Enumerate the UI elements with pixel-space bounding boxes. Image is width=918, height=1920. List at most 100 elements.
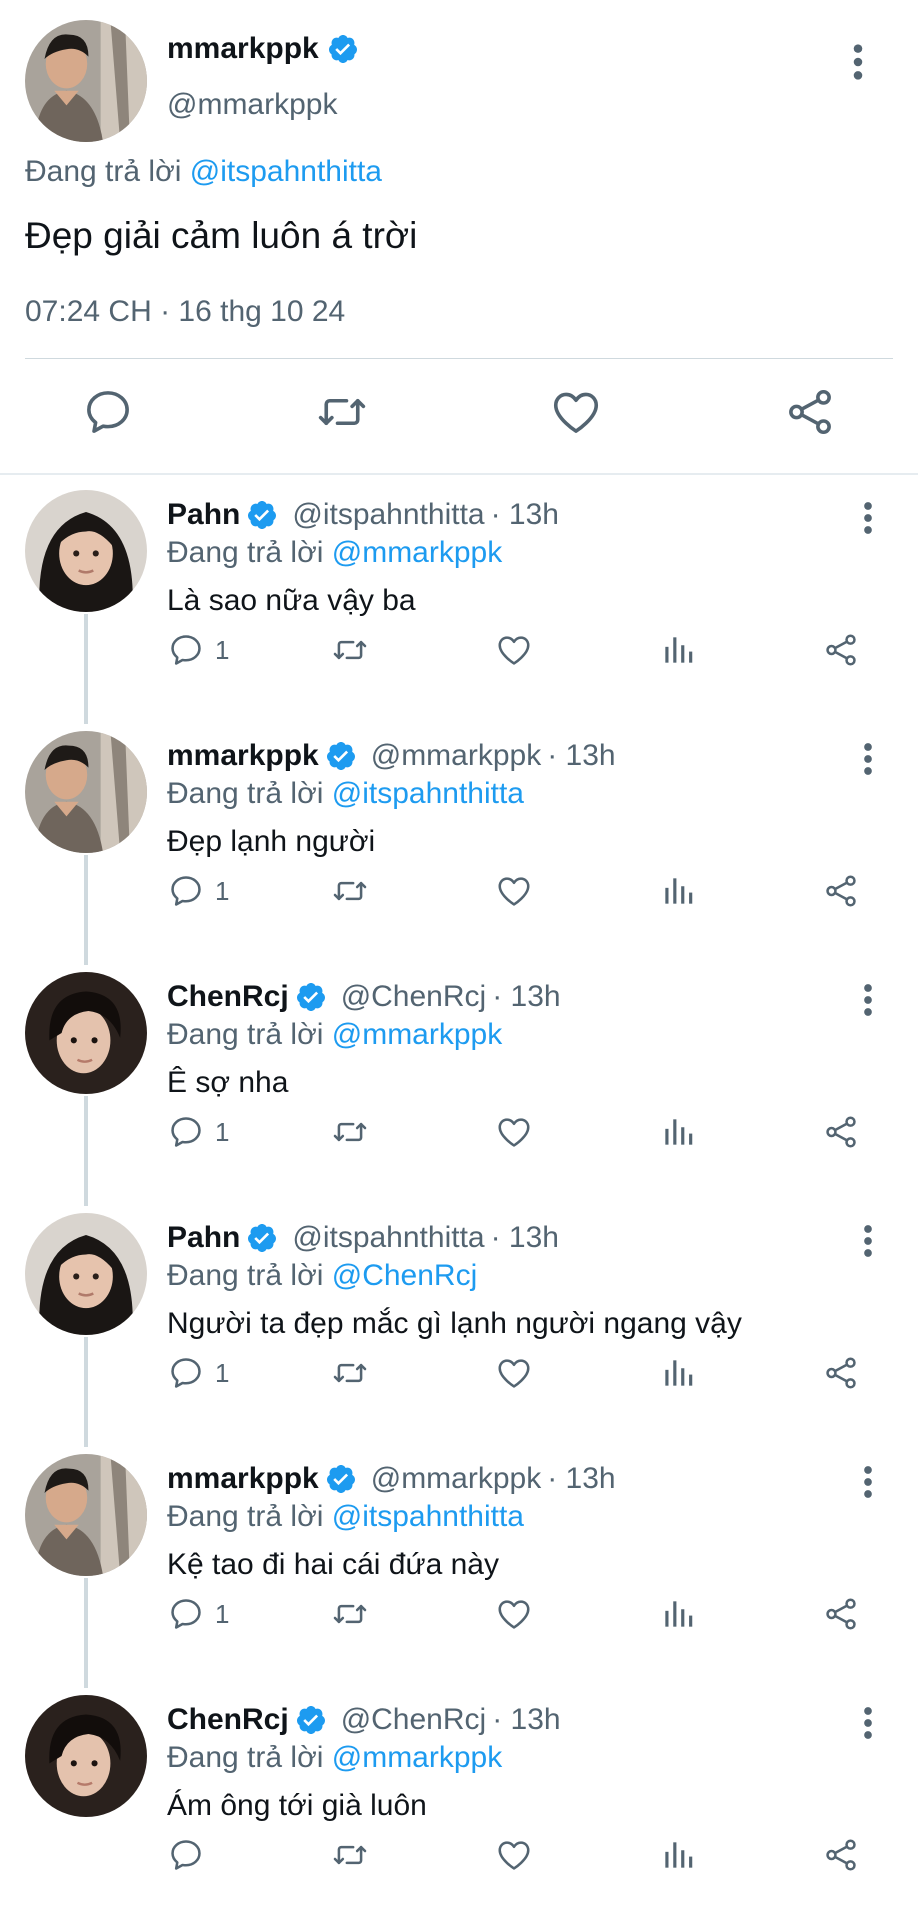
reply-time[interactable]: · 13h bbox=[491, 1221, 559, 1255]
share-button[interactable] bbox=[822, 1351, 860, 1395]
replying-to-mention[interactable]: @itspahnthitta bbox=[332, 1500, 524, 1533]
reply-time[interactable]: · 13h bbox=[547, 739, 615, 773]
view-stats-button[interactable] bbox=[659, 1592, 697, 1636]
reply-tweet[interactable]: Pahn @itspahnthitta · 13h Đang trả lời @… bbox=[0, 478, 918, 724]
reply-count: 1 bbox=[215, 875, 230, 906]
reply-author-name[interactable]: ChenRcj bbox=[167, 980, 289, 1014]
replying-to-mention[interactable]: @ChenRcj bbox=[332, 1259, 478, 1292]
replying-to-mention[interactable]: @itspahnthitta bbox=[332, 777, 524, 810]
reply-button[interactable]: 1 bbox=[167, 1110, 229, 1154]
like-icon bbox=[495, 1595, 533, 1633]
avatar[interactable] bbox=[25, 972, 147, 1094]
verified-badge-icon bbox=[327, 33, 359, 65]
like-button[interactable] bbox=[495, 1110, 533, 1154]
retweet-button[interactable] bbox=[331, 1833, 369, 1877]
share-button[interactable] bbox=[822, 1833, 860, 1877]
view-stats-button[interactable] bbox=[659, 869, 697, 913]
share-button[interactable] bbox=[783, 385, 837, 439]
avatar[interactable] bbox=[25, 490, 147, 612]
reply-tweet[interactable]: ChenRcj @ChenRcj · 13h Đang trả lời @mma… bbox=[0, 1683, 918, 1920]
view-stats-button[interactable] bbox=[659, 1833, 697, 1877]
avatar[interactable] bbox=[25, 1695, 147, 1817]
author-name[interactable]: mmarkppk bbox=[167, 32, 319, 66]
reply-author-name[interactable]: Pahn bbox=[167, 1221, 240, 1255]
more-options-icon[interactable] bbox=[858, 741, 878, 777]
more-options-icon[interactable] bbox=[858, 1705, 878, 1741]
avatar[interactable] bbox=[25, 20, 147, 142]
reply-author-name[interactable]: mmarkppk bbox=[167, 1462, 319, 1496]
reply-tweet[interactable]: ChenRcj @ChenRcj · 13h Đang trả lời @mma… bbox=[0, 960, 918, 1206]
share-button[interactable] bbox=[822, 869, 860, 913]
reply-button[interactable]: 1 bbox=[167, 1592, 229, 1636]
like-button[interactable] bbox=[495, 1592, 533, 1636]
share-button[interactable] bbox=[822, 1592, 860, 1636]
reply-tweet[interactable]: Pahn @itspahnthitta · 13h Đang trả lời @… bbox=[0, 1201, 918, 1447]
avatar[interactable] bbox=[25, 731, 147, 853]
retweet-button[interactable] bbox=[331, 628, 369, 672]
author-handle[interactable]: @mmarkppk bbox=[167, 88, 337, 122]
retweet-icon bbox=[331, 1354, 369, 1392]
replying-to-mention[interactable]: @mmarkppk bbox=[332, 1741, 502, 1774]
verified-badge-icon bbox=[246, 1222, 278, 1254]
reply-author-name[interactable]: Pahn bbox=[167, 498, 240, 532]
more-options-icon[interactable] bbox=[858, 500, 878, 536]
reply-button[interactable]: 1 bbox=[167, 628, 229, 672]
reply-author-handle[interactable]: @mmarkppk bbox=[371, 1462, 541, 1496]
reply-text: Ám ông tới già luôn bbox=[167, 1789, 427, 1822]
reply-button[interactable] bbox=[167, 1833, 215, 1877]
more-options-icon[interactable] bbox=[858, 982, 878, 1018]
like-button[interactable] bbox=[495, 869, 533, 913]
share-icon bbox=[822, 1836, 860, 1874]
reply-time[interactable]: · 13h bbox=[547, 1462, 615, 1496]
reply-author-handle[interactable]: @ChenRcj bbox=[341, 980, 487, 1014]
reply-author-name[interactable]: mmarkppk bbox=[167, 739, 319, 773]
view-stats-button[interactable] bbox=[659, 1110, 697, 1154]
more-options-icon[interactable] bbox=[848, 42, 868, 82]
like-button[interactable] bbox=[495, 1351, 533, 1395]
author-name-row[interactable]: mmarkppk bbox=[167, 32, 359, 66]
like-button[interactable] bbox=[549, 385, 603, 439]
retweet-button[interactable] bbox=[331, 1592, 369, 1636]
view-stats-button[interactable] bbox=[659, 628, 697, 672]
avatar[interactable] bbox=[25, 1454, 147, 1576]
share-button[interactable] bbox=[822, 628, 860, 672]
reply-time[interactable]: · 13h bbox=[491, 498, 559, 532]
replying-to: Đang trả lời @itspahnthitta bbox=[167, 1500, 524, 1534]
share-icon bbox=[822, 1354, 860, 1392]
reply-button[interactable] bbox=[81, 385, 135, 439]
reply-time[interactable]: · 13h bbox=[492, 1703, 560, 1737]
like-button[interactable] bbox=[495, 628, 533, 672]
section-divider bbox=[0, 473, 918, 475]
retweet-button[interactable] bbox=[331, 1110, 369, 1154]
reply-author-handle[interactable]: @itspahnthitta bbox=[292, 498, 484, 532]
like-button[interactable] bbox=[495, 1833, 533, 1877]
reply-author-handle[interactable]: @itspahnthitta bbox=[292, 1221, 484, 1255]
replying-to: Đang trả lời @itspahnthitta bbox=[167, 777, 524, 811]
reply-tweet[interactable]: mmarkppk @mmarkppk · 13h Đang trả lời @i… bbox=[0, 719, 918, 965]
more-options-icon[interactable] bbox=[858, 1464, 878, 1500]
reply-tweet[interactable]: mmarkppk @mmarkppk · 13h Đang trả lời @i… bbox=[0, 1442, 918, 1688]
reply-button[interactable]: 1 bbox=[167, 869, 229, 913]
retweet-button[interactable] bbox=[331, 869, 369, 913]
tweet-timestamp[interactable]: 07:24 CH · 16 thg 10 24 bbox=[25, 295, 345, 329]
reply-count: 1 bbox=[215, 1598, 230, 1629]
view-stats-button[interactable] bbox=[659, 1351, 697, 1395]
replying-to: Đang trả lời @itspahnthitta bbox=[25, 155, 382, 189]
retweet-button[interactable] bbox=[315, 385, 369, 439]
more-options-icon[interactable] bbox=[858, 1223, 878, 1259]
replying-to-label: Đang trả lời bbox=[167, 1741, 324, 1774]
avatar[interactable] bbox=[25, 1213, 147, 1335]
replying-to-mention[interactable]: @itspahnthitta bbox=[190, 155, 382, 188]
retweet-button[interactable] bbox=[331, 1351, 369, 1395]
like-icon bbox=[495, 1354, 533, 1392]
reply-time[interactable]: · 13h bbox=[492, 980, 560, 1014]
replying-to-mention[interactable]: @mmarkppk bbox=[332, 1018, 502, 1051]
reply-author-handle[interactable]: @ChenRcj bbox=[341, 1703, 487, 1737]
replying-to-label: Đang trả lời bbox=[167, 1500, 324, 1533]
share-button[interactable] bbox=[822, 1110, 860, 1154]
reply-author-name[interactable]: ChenRcj bbox=[167, 1703, 289, 1737]
like-icon bbox=[495, 1836, 533, 1874]
replying-to-mention[interactable]: @mmarkppk bbox=[332, 536, 502, 569]
reply-button[interactable]: 1 bbox=[167, 1351, 229, 1395]
reply-author-handle[interactable]: @mmarkppk bbox=[371, 739, 541, 773]
